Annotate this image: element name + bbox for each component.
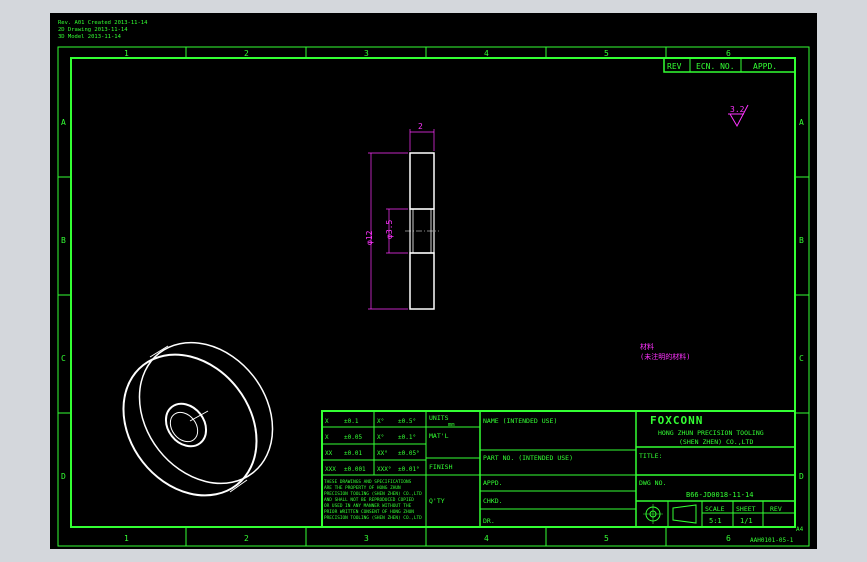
header-note-2: 2D Drawing 2013-11-14 bbox=[58, 27, 128, 33]
rev-label: REV bbox=[770, 505, 782, 513]
dim-width: 2 bbox=[418, 122, 423, 131]
roughness-symbol: 3.2 bbox=[728, 104, 749, 128]
ecn-header: ECN. NO. bbox=[696, 62, 735, 71]
notice-5: OR USED IN ANY MANNER WITHOUT THE bbox=[324, 503, 412, 509]
dwg-no-value: B66-JD0018-11-14 bbox=[686, 491, 753, 499]
part-no-label: PART NO. (INTENDED USE) bbox=[483, 454, 573, 462]
col-label-3-bottom: 3 bbox=[364, 534, 369, 543]
inner-border bbox=[70, 57, 796, 528]
header-note-3: 3D Model 2013-11-14 bbox=[58, 34, 122, 40]
row-label-d-right: D bbox=[799, 472, 804, 481]
column-grid: 1 2 3 4 5 6 1 2 3 4 5 6 bbox=[124, 47, 731, 546]
units-label: UNITS bbox=[429, 414, 449, 422]
note-line-1: 材料 bbox=[640, 342, 654, 351]
col-label-4-bottom: 4 bbox=[484, 534, 489, 543]
name-label: NAME (INTENDED USE) bbox=[483, 417, 557, 425]
col-label-5-bottom: 5 bbox=[604, 534, 609, 543]
tol-r3-c: XX° bbox=[377, 450, 388, 457]
form-number: AAH0101-05-1 bbox=[750, 537, 794, 544]
drawing-sheet: Rev. A01 Created 2013-11-14 2D Drawing 2… bbox=[50, 13, 817, 549]
projection-symbol-icon bbox=[643, 504, 697, 524]
section-view bbox=[405, 152, 439, 310]
row-label-d-left: D bbox=[61, 472, 66, 481]
dim-outer-dia: φ12 bbox=[365, 230, 374, 245]
tol-r3-d: ±0.05° bbox=[398, 450, 420, 457]
tol-r3-a: XX bbox=[325, 450, 333, 457]
notice-1: THESE DRAWINGS AND SPECIFICATIONS bbox=[324, 479, 412, 485]
tol-r3-b: ±0.01 bbox=[344, 450, 362, 457]
tol-r1-d: ±0.5° bbox=[398, 418, 416, 425]
finish-label: FINISH bbox=[429, 463, 453, 471]
upper-section bbox=[409, 152, 435, 210]
dwg-no-label: DWG NO. bbox=[639, 479, 666, 487]
scale-value: 5:1 bbox=[709, 517, 722, 525]
col-label-6-top: 6 bbox=[726, 49, 731, 58]
tol-r2-a: X bbox=[325, 434, 329, 441]
tol-r2-b: ±0.05 bbox=[344, 434, 362, 441]
header-note-1: Rev. A01 Created 2013-11-14 bbox=[58, 20, 148, 26]
tol-r1-c: X° bbox=[377, 418, 384, 425]
col-label-4-top: 4 bbox=[484, 49, 489, 58]
tol-r4-b: ±0.001 bbox=[344, 466, 366, 473]
row-label-c-left: C bbox=[61, 354, 66, 363]
tol-r2-c: X° bbox=[377, 434, 384, 441]
tol-r4-a: XXX bbox=[325, 466, 336, 473]
sheet-value: 1/1 bbox=[740, 517, 753, 525]
dim-inner-dia: φ3.5 bbox=[385, 220, 394, 239]
tol-r1-a: X bbox=[325, 418, 329, 425]
row-label-a-right: A bbox=[799, 118, 804, 127]
scale-label: SCALE bbox=[705, 505, 725, 513]
row-label-b-left: B bbox=[61, 236, 66, 245]
lower-section bbox=[409, 252, 435, 310]
sheet-label: SHEET bbox=[736, 505, 756, 513]
drawing-canvas: Rev. A01 Created 2013-11-14 2D Drawing 2… bbox=[57, 20, 810, 547]
dr-label: DR. bbox=[483, 517, 495, 525]
rev-header: REV bbox=[667, 62, 682, 71]
title-block: X ±0.1 X° ±0.5° X ±0.05 X° ±0.1° XX ±0.0… bbox=[321, 410, 796, 528]
col-label-3-top: 3 bbox=[364, 49, 369, 58]
chkd-label: CHKD. bbox=[483, 497, 503, 505]
col-label-1-top: 1 bbox=[124, 49, 129, 58]
units-value: mm bbox=[448, 422, 455, 428]
col-label-6-bottom: 6 bbox=[726, 534, 731, 543]
row-label-b-right: B bbox=[799, 236, 804, 245]
appd-label: APPD. bbox=[483, 479, 503, 487]
tol-r1-b: ±0.1 bbox=[344, 418, 359, 425]
row-label-a-left: A bbox=[61, 118, 66, 127]
notice-4: AND SHALL NOT BE REPRODUCED COPIED bbox=[324, 497, 414, 503]
matl-label: MAT'L bbox=[429, 432, 449, 440]
notice-7: PRECISION TOOLING (SHEN ZHEN) CO.,LTD bbox=[324, 515, 422, 521]
appd-header: APPD. bbox=[753, 62, 777, 71]
notice-6: PRIOR WRITTEN CONSENT OF HONG ZHUN bbox=[324, 509, 414, 515]
notice-2: ARE THE PROPERTY OF HONG ZHUN bbox=[324, 485, 401, 491]
row-label-c-right: C bbox=[799, 354, 804, 363]
col-label-1-bottom: 1 bbox=[124, 534, 129, 543]
note-line-2: (未注明的材料) bbox=[640, 352, 690, 361]
size-code: A4 bbox=[796, 526, 804, 533]
revision-block: REV ECN. NO. APPD. bbox=[663, 57, 796, 73]
isometric-washer bbox=[122, 341, 274, 497]
tol-r2-d: ±0.1° bbox=[398, 434, 416, 441]
qty-label: Q'TY bbox=[429, 497, 445, 505]
company-logo: FOXCONN bbox=[650, 414, 703, 427]
company-line-1: HONG ZHUN PRECISION TOOLING bbox=[658, 429, 764, 437]
header-notes: Rev. A01 Created 2013-11-14 2D Drawing 2… bbox=[58, 20, 148, 40]
tol-r4-d: ±0.01° bbox=[398, 466, 420, 473]
col-label-2-bottom: 2 bbox=[244, 534, 249, 543]
dimensions: 2 φ12 φ3.5 bbox=[365, 122, 435, 310]
col-label-5-top: 5 bbox=[604, 49, 609, 58]
title-label: TITLE: bbox=[639, 452, 662, 460]
company-line-2: (SHEN ZHEN) CO.,LTD bbox=[679, 438, 753, 446]
notice-3: PRECISION TOOLING (SHEN ZHEN) CO.,LTD bbox=[324, 491, 422, 497]
col-label-2-top: 2 bbox=[244, 49, 249, 58]
material-note: 材料 (未注明的材料) bbox=[640, 342, 690, 361]
tol-r4-c: XXX° bbox=[377, 466, 391, 473]
roughness-value: 3.2 bbox=[730, 105, 745, 114]
